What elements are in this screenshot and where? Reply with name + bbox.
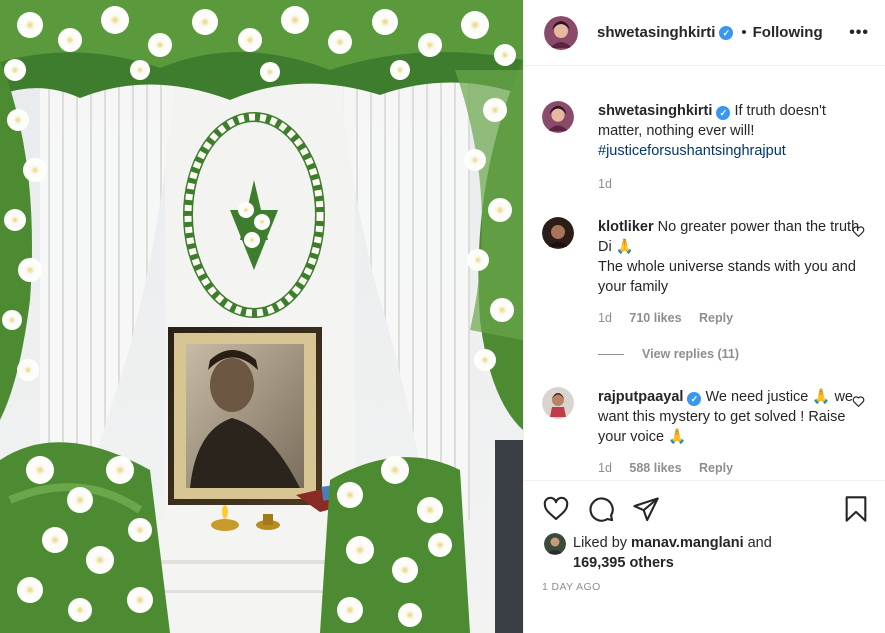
- caption-username[interactable]: shwetasinghkirti: [598, 103, 712, 119]
- separator-dot: •: [741, 24, 747, 41]
- verified-icon: ✓: [716, 106, 731, 120]
- comment-body-line2: The whole universe stands with you and y…: [598, 259, 856, 295]
- liker-avatar-image: [544, 533, 566, 555]
- comment-age[interactable]: 1d: [598, 461, 612, 475]
- caption: shwetasinghkirti ✓ If truth doesn't matte…: [542, 101, 869, 191]
- comment-avatar-image: [542, 217, 574, 249]
- liked-by-prefix: Liked by: [573, 535, 632, 551]
- comment-likes[interactable]: 710 likes: [629, 311, 681, 325]
- comment-reply-button[interactable]: Reply: [699, 311, 733, 325]
- caption-meta: 1d: [598, 177, 869, 191]
- verified-icon: ✓: [687, 392, 702, 406]
- comment-username[interactable]: rajputpaayal: [598, 389, 683, 405]
- caption-avatar-image: [542, 101, 574, 133]
- author-avatar[interactable]: [544, 15, 578, 50]
- more-icon[interactable]: •••: [849, 24, 869, 42]
- comments-list[interactable]: shwetasinghkirti ✓ If truth doesn't matte…: [524, 67, 885, 480]
- likes-text: Liked by manav.manglani and 169,395 othe…: [573, 533, 772, 573]
- memorial-photo-illustration: [0, 0, 523, 633]
- author-username[interactable]: shwetasinghkirti: [597, 24, 715, 41]
- comment-age[interactable]: 1d: [598, 311, 612, 325]
- caption-hashtag[interactable]: #justiceforsushantsinghrajput: [598, 143, 786, 159]
- post-side-panel: shwetasinghkirti ✓ • Following ••• shwet…: [523, 0, 885, 633]
- heart-icon[interactable]: [542, 495, 570, 523]
- comment-text: klotliker No greater power than the trut…: [598, 217, 869, 297]
- comment-avatar[interactable]: [542, 387, 574, 419]
- caption-age[interactable]: 1d: [598, 177, 612, 191]
- likes-summary: Liked by manav.manglani and 169,395 othe…: [542, 533, 869, 573]
- comment-text: rajputpaayal ✓ We need justice 🙏 we want …: [598, 387, 869, 447]
- following-button[interactable]: Following: [753, 24, 823, 41]
- post-date[interactable]: 1 DAY AGO: [542, 581, 869, 593]
- post-photo[interactable]: [0, 0, 523, 633]
- post-actions: Liked by manav.manglani and 169,395 othe…: [524, 480, 885, 633]
- comment-meta: 1d 710 likes Reply: [598, 311, 869, 325]
- caption-avatar[interactable]: [542, 101, 574, 133]
- liker-avatar[interactable]: [544, 533, 566, 555]
- view-replies-label[interactable]: View replies (11): [642, 347, 739, 361]
- comment-username[interactable]: klotliker: [598, 219, 654, 235]
- comment-avatar-image: [542, 387, 574, 419]
- comment-reply-button[interactable]: Reply: [699, 461, 733, 475]
- replies-divider: [598, 353, 624, 355]
- comment-avatar[interactable]: [542, 217, 574, 249]
- caption-text: shwetasinghkirti ✓ If truth doesn't matte…: [598, 101, 869, 161]
- comment-item: rajputpaayal ✓ We need justice 🙏 we want …: [542, 387, 869, 475]
- author-avatar-image: [544, 15, 578, 50]
- bookmark-icon[interactable]: [843, 495, 869, 523]
- liked-by-user[interactable]: manav.manglani: [631, 535, 744, 551]
- comment-like-heart-icon[interactable]: [852, 395, 865, 413]
- likes-count[interactable]: 169,395 others: [573, 555, 674, 571]
- share-icon[interactable]: [632, 495, 660, 523]
- comment-item: klotliker No greater power than the trut…: [542, 217, 869, 325]
- verified-icon: ✓: [719, 25, 734, 40]
- liked-by-and: and: [743, 535, 772, 551]
- comment-likes[interactable]: 588 likes: [629, 461, 681, 475]
- post-header: shwetasinghkirti ✓ • Following •••: [524, 0, 885, 66]
- comment-like-heart-icon[interactable]: [852, 225, 865, 243]
- view-replies-button[interactable]: View replies (11): [598, 347, 869, 361]
- comment-icon[interactable]: [587, 495, 615, 523]
- comment-meta: 1d 588 likes Reply: [598, 461, 869, 475]
- action-icons: [542, 481, 869, 537]
